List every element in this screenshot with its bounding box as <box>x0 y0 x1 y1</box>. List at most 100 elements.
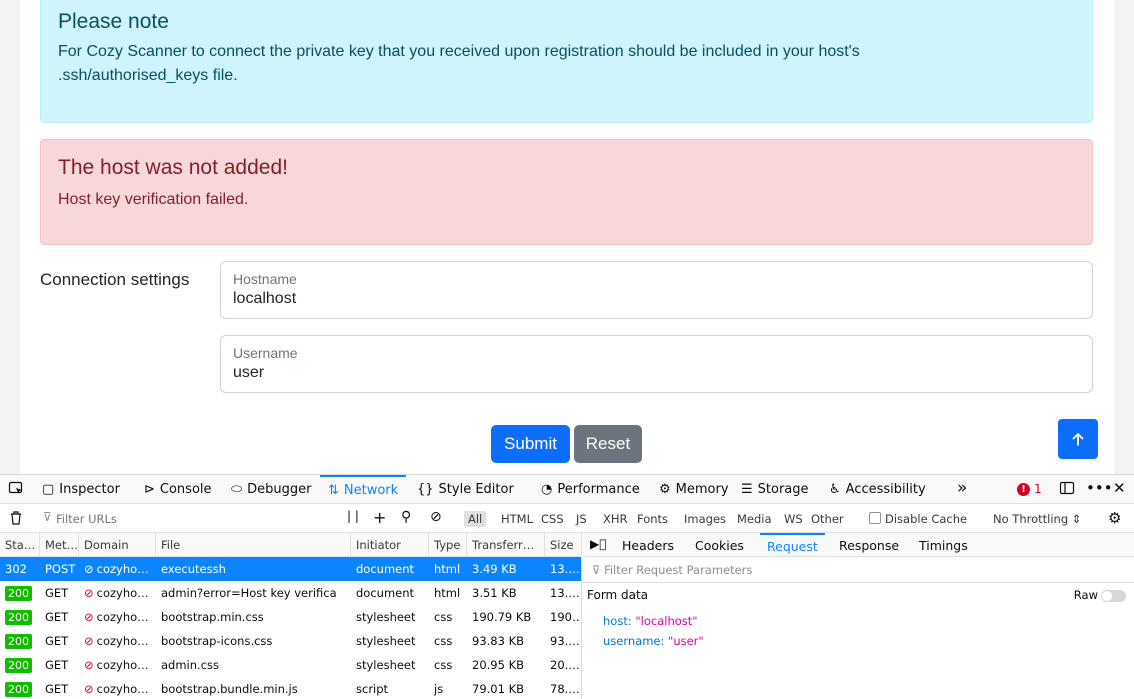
storage-icon: ☰ <box>741 481 753 497</box>
filter-type-other[interactable]: Other <box>811 512 844 526</box>
status-badge: 200 <box>5 657 32 673</box>
throttling-select[interactable]: No Throttling ⇕ <box>993 512 1081 526</box>
error-count-badge[interactable]: ! 1 <box>1017 482 1042 496</box>
add-request-blocking-icon[interactable]: + <box>373 508 386 527</box>
filter-type-xhr[interactable]: XHR <box>603 512 628 526</box>
filter-type-ws[interactable]: WS <box>784 512 803 526</box>
tab-inspector-label: Inspector <box>59 481 120 497</box>
row-domain-text: cozyho… <box>96 610 149 624</box>
row-status: 200 <box>0 677 40 699</box>
tab-request[interactable]: Request <box>760 533 825 557</box>
row-domain: ⊘ cozyho… <box>79 677 156 699</box>
close-devtools-icon[interactable]: ✕ <box>1113 479 1126 497</box>
row-status: 302 <box>5 562 27 576</box>
row-status: 200 <box>0 605 40 629</box>
network-settings-gear-icon[interactable]: ⚙ <box>1108 509 1121 527</box>
reset-button[interactable]: Reset <box>574 425 642 463</box>
disable-cache-checkbox[interactable] <box>869 512 881 524</box>
username-field[interactable]: Username user <box>220 335 1093 393</box>
hostname-label: Hostname <box>233 271 297 287</box>
tab-network[interactable]: ⇅ Network <box>320 475 407 503</box>
tab-performance[interactable]: ◔ Performance <box>541 475 640 503</box>
tab-debugger[interactable]: ⬭ Debugger <box>231 475 311 503</box>
tab-style-editor[interactable]: {} Style Editor <box>417 475 514 503</box>
row-file: executessh <box>161 562 226 576</box>
row-initiator: stylesheet <box>356 658 416 672</box>
filter-type-fonts[interactable]: Fonts <box>637 512 668 526</box>
filter-params-input[interactable]: ⊽ Filter Request Parameters <box>592 563 752 577</box>
col-transferred[interactable]: Transferr… <box>467 533 545 557</box>
network-icon: ⇅ <box>328 482 339 498</box>
raw-label: Raw <box>1073 588 1098 602</box>
row-size: 13.… <box>550 562 580 576</box>
row-domain: ⊘ cozyho… <box>79 605 156 629</box>
col-status[interactable]: Sta… <box>0 533 40 557</box>
status-badge: 200 <box>5 585 32 601</box>
more-options-icon[interactable]: ••• <box>1086 479 1113 497</box>
debugger-icon: ⬭ <box>231 481 243 497</box>
col-type[interactable]: Type <box>429 533 467 557</box>
form-data-row: username: "user" <box>603 634 704 648</box>
error-alert-body: Host key verification failed. <box>58 191 249 208</box>
table-row[interactable]: 200 GET ⊘ cozyho… bootstrap.bundle.min.js… <box>0 677 581 699</box>
filter-type-css[interactable]: CSS <box>541 512 564 526</box>
filter-type-images[interactable]: Images <box>684 512 726 526</box>
tab-accessibility[interactable]: ♿ Accessibility <box>829 475 926 503</box>
tab-headers[interactable]: Headers <box>622 533 674 557</box>
filter-type-js[interactable]: JS <box>576 512 587 526</box>
tab-memory[interactable]: ⚙ Memory <box>659 475 729 503</box>
submit-button[interactable]: Submit <box>491 425 570 463</box>
tab-inspector[interactable]: ▢ Inspector <box>42 475 120 503</box>
username-value[interactable]: user <box>233 364 264 382</box>
performance-icon: ◔ <box>541 481 553 497</box>
element-picker-icon[interactable] <box>8 480 24 500</box>
status-badge: 200 <box>5 609 32 625</box>
row-initiator: stylesheet <box>356 634 416 648</box>
filter-funnel-icon: ⊽ <box>592 563 605 577</box>
col-size[interactable]: Size <box>545 533 581 557</box>
table-row[interactable]: 200 GET ⊘ cozyho… admin.css stylesheet cs… <box>0 653 581 677</box>
table-row[interactable]: 200 GET ⊘ cozyho… bootstrap.min.css style… <box>0 605 581 629</box>
block-requests-icon[interactable]: ⊘ <box>430 509 442 525</box>
raw-toggle[interactable] <box>1101 590 1126 602</box>
toggle-sidebar-icon[interactable]: ▶⃞ <box>590 537 606 551</box>
insecure-lock-icon: ⊘ <box>84 586 94 600</box>
tab-performance-label: Performance <box>557 481 640 497</box>
tab-cookies[interactable]: Cookies <box>695 533 744 557</box>
hostname-field[interactable]: Hostname localhost <box>220 261 1093 319</box>
insecure-lock-icon: ⊘ <box>84 658 94 672</box>
col-method[interactable]: Met… <box>40 533 79 557</box>
row-transferred: 3.49 KB <box>472 562 517 576</box>
dock-side-icon[interactable] <box>1059 480 1075 500</box>
tab-timings[interactable]: Timings <box>919 533 968 557</box>
tab-debugger-label: Debugger <box>247 481 312 497</box>
table-row[interactable]: 302 POST ⊘ cozyho… executessh document ht… <box>0 557 581 581</box>
tab-response[interactable]: Response <box>839 533 899 557</box>
row-domain-text: cozyho… <box>96 634 149 648</box>
network-filter-bar: ⊽ | | + ⚲ ⊘ All HTML CSS JS XHR Fonts Im… <box>0 504 1134 533</box>
row-domain-text: cozyho… <box>96 586 149 600</box>
table-row[interactable]: 200 GET ⊘ cozyho… bootstrap-icons.css sty… <box>0 629 581 653</box>
more-tabs-chevron-icon[interactable]: » <box>957 478 967 498</box>
filter-type-html[interactable]: HTML <box>501 512 533 526</box>
hostname-value[interactable]: localhost <box>233 290 296 308</box>
col-file[interactable]: File <box>156 533 351 557</box>
style-editor-icon: {} <box>417 481 434 497</box>
search-icon[interactable]: ⚲ <box>401 509 411 525</box>
col-initiator[interactable]: Initiator <box>351 533 429 557</box>
filter-urls-input[interactable] <box>56 509 326 528</box>
clear-requests-trash-icon[interactable] <box>9 510 23 530</box>
throttling-value: No Throttling <box>993 512 1069 526</box>
back-to-top-button[interactable] <box>1058 419 1098 459</box>
col-domain[interactable]: Domain <box>79 533 156 557</box>
filter-funnel-icon: ⊽ <box>43 510 52 524</box>
pause-icon[interactable]: | | <box>347 509 359 523</box>
table-row[interactable]: 200 GET ⊘ cozyho… admin?error=Host key ve… <box>0 581 581 605</box>
tab-console[interactable]: ⊳ Console <box>144 475 212 503</box>
filter-type-all[interactable]: All <box>464 511 487 527</box>
inspector-icon: ▢ <box>42 481 55 497</box>
tab-storage[interactable]: ☰ Storage <box>741 475 809 503</box>
filter-type-media[interactable]: Media <box>737 512 772 526</box>
row-size: 20.… <box>550 658 580 672</box>
info-alert-line-2: .ssh/authorised_keys file. <box>58 67 238 84</box>
